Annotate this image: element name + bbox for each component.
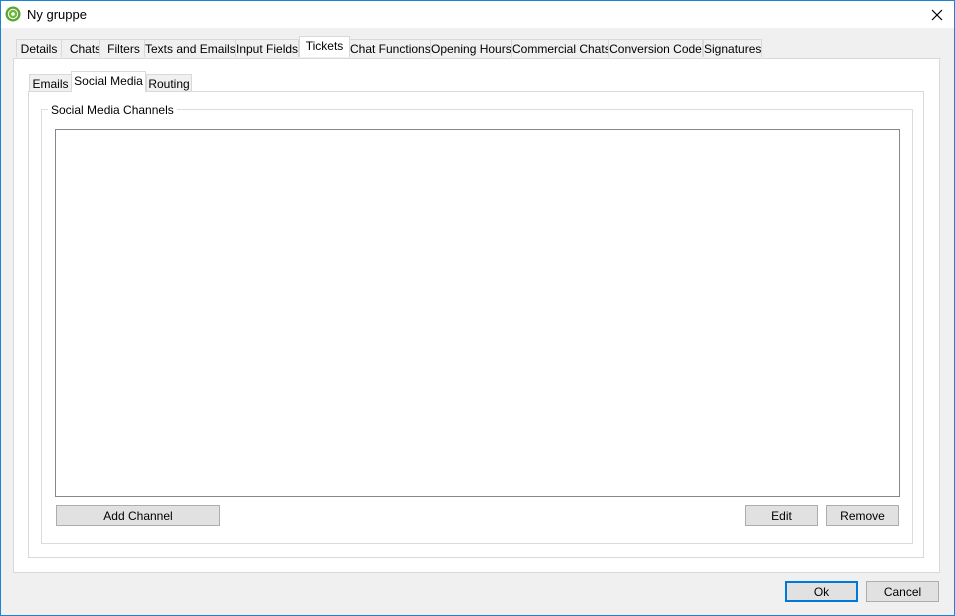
title-bar: Ny gruppe bbox=[1, 1, 954, 28]
cancel-button[interactable]: Cancel bbox=[866, 581, 939, 602]
channels-list[interactable] bbox=[55, 129, 900, 497]
remove-button[interactable]: Remove bbox=[826, 505, 899, 526]
tab-label: Tickets bbox=[305, 39, 344, 53]
subtab-routing[interactable]: Routing bbox=[146, 74, 192, 92]
tab-label: Chats bbox=[69, 42, 102, 56]
tab-commercial-chats[interactable]: Commercial Chats bbox=[511, 39, 611, 57]
window-title: Ny gruppe bbox=[27, 7, 87, 22]
tab-signatures[interactable]: Signatures bbox=[703, 39, 762, 57]
tab-label: Chat Functions bbox=[350, 42, 431, 56]
tab-label: Signatures bbox=[704, 42, 762, 56]
tab-filters[interactable]: Filters bbox=[99, 39, 148, 57]
tab-opening-hours[interactable]: Opening Hours bbox=[430, 39, 512, 57]
tab-label: Commercial Chats bbox=[512, 42, 611, 56]
tab-texts-and-emails[interactable]: Texts and Emails bbox=[144, 39, 236, 57]
subtab-emails[interactable]: Emails bbox=[29, 74, 72, 92]
tab-label: Social Media bbox=[74, 74, 143, 88]
tab-conversion-code[interactable]: Conversion Code bbox=[608, 39, 703, 57]
group-title: Social Media Channels bbox=[48, 103, 177, 117]
close-icon bbox=[931, 9, 943, 20]
close-button[interactable] bbox=[920, 1, 954, 28]
gear-icon bbox=[5, 6, 21, 22]
tab-label: Texts and Emails bbox=[145, 42, 236, 56]
tab-label: Filters bbox=[107, 42, 140, 56]
tab-label: Input Fields bbox=[236, 42, 299, 56]
tab-details[interactable]: Details bbox=[16, 39, 62, 57]
subtab-social-media[interactable]: Social Media bbox=[71, 71, 146, 92]
tab-input-fields[interactable]: Input Fields bbox=[235, 39, 299, 57]
tab-label: Opening Hours bbox=[431, 42, 512, 56]
tab-label: Emails bbox=[32, 77, 69, 91]
tab-chat-functions[interactable]: Chat Functions bbox=[349, 39, 431, 57]
tab-label: Conversion Code bbox=[609, 42, 702, 56]
tab-label: Routing bbox=[148, 77, 190, 91]
tab-tickets[interactable]: Tickets bbox=[299, 36, 350, 57]
edit-button[interactable]: Edit bbox=[745, 505, 818, 526]
tab-label: Details bbox=[20, 42, 58, 56]
add-channel-button[interactable]: Add Channel bbox=[56, 505, 220, 526]
ok-button[interactable]: Ok bbox=[785, 581, 858, 602]
